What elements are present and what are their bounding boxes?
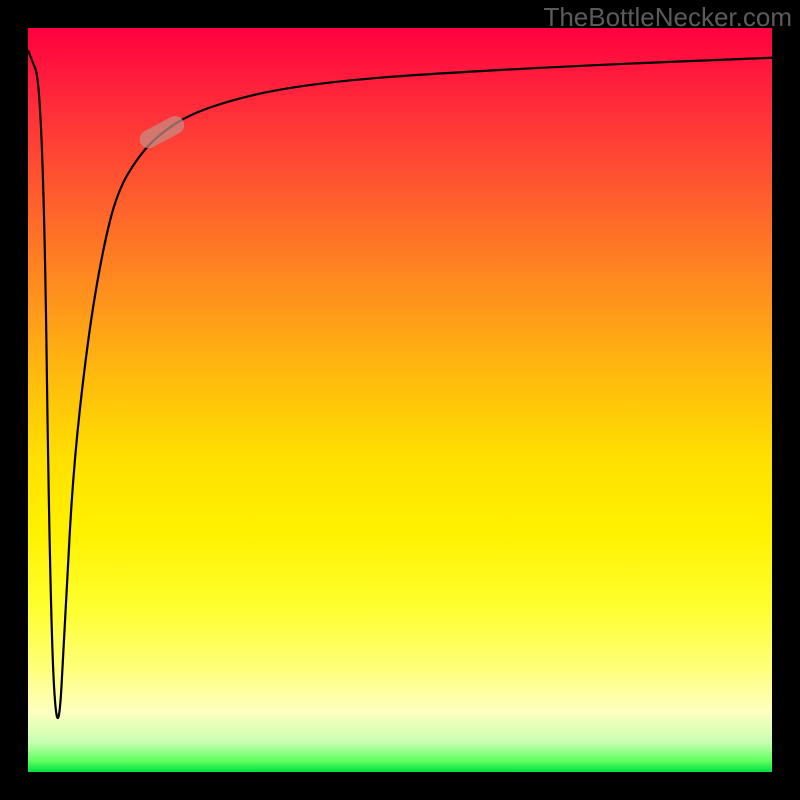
curve-svg xyxy=(28,28,772,772)
frame-border-left xyxy=(0,0,28,800)
curve-marker xyxy=(137,113,188,151)
frame-border-right xyxy=(772,0,800,800)
watermark-text: TheBottleNecker.com xyxy=(543,2,792,33)
frame-border-bottom xyxy=(0,772,800,800)
plot-area xyxy=(28,28,772,772)
bottleneck-curve xyxy=(28,50,772,718)
